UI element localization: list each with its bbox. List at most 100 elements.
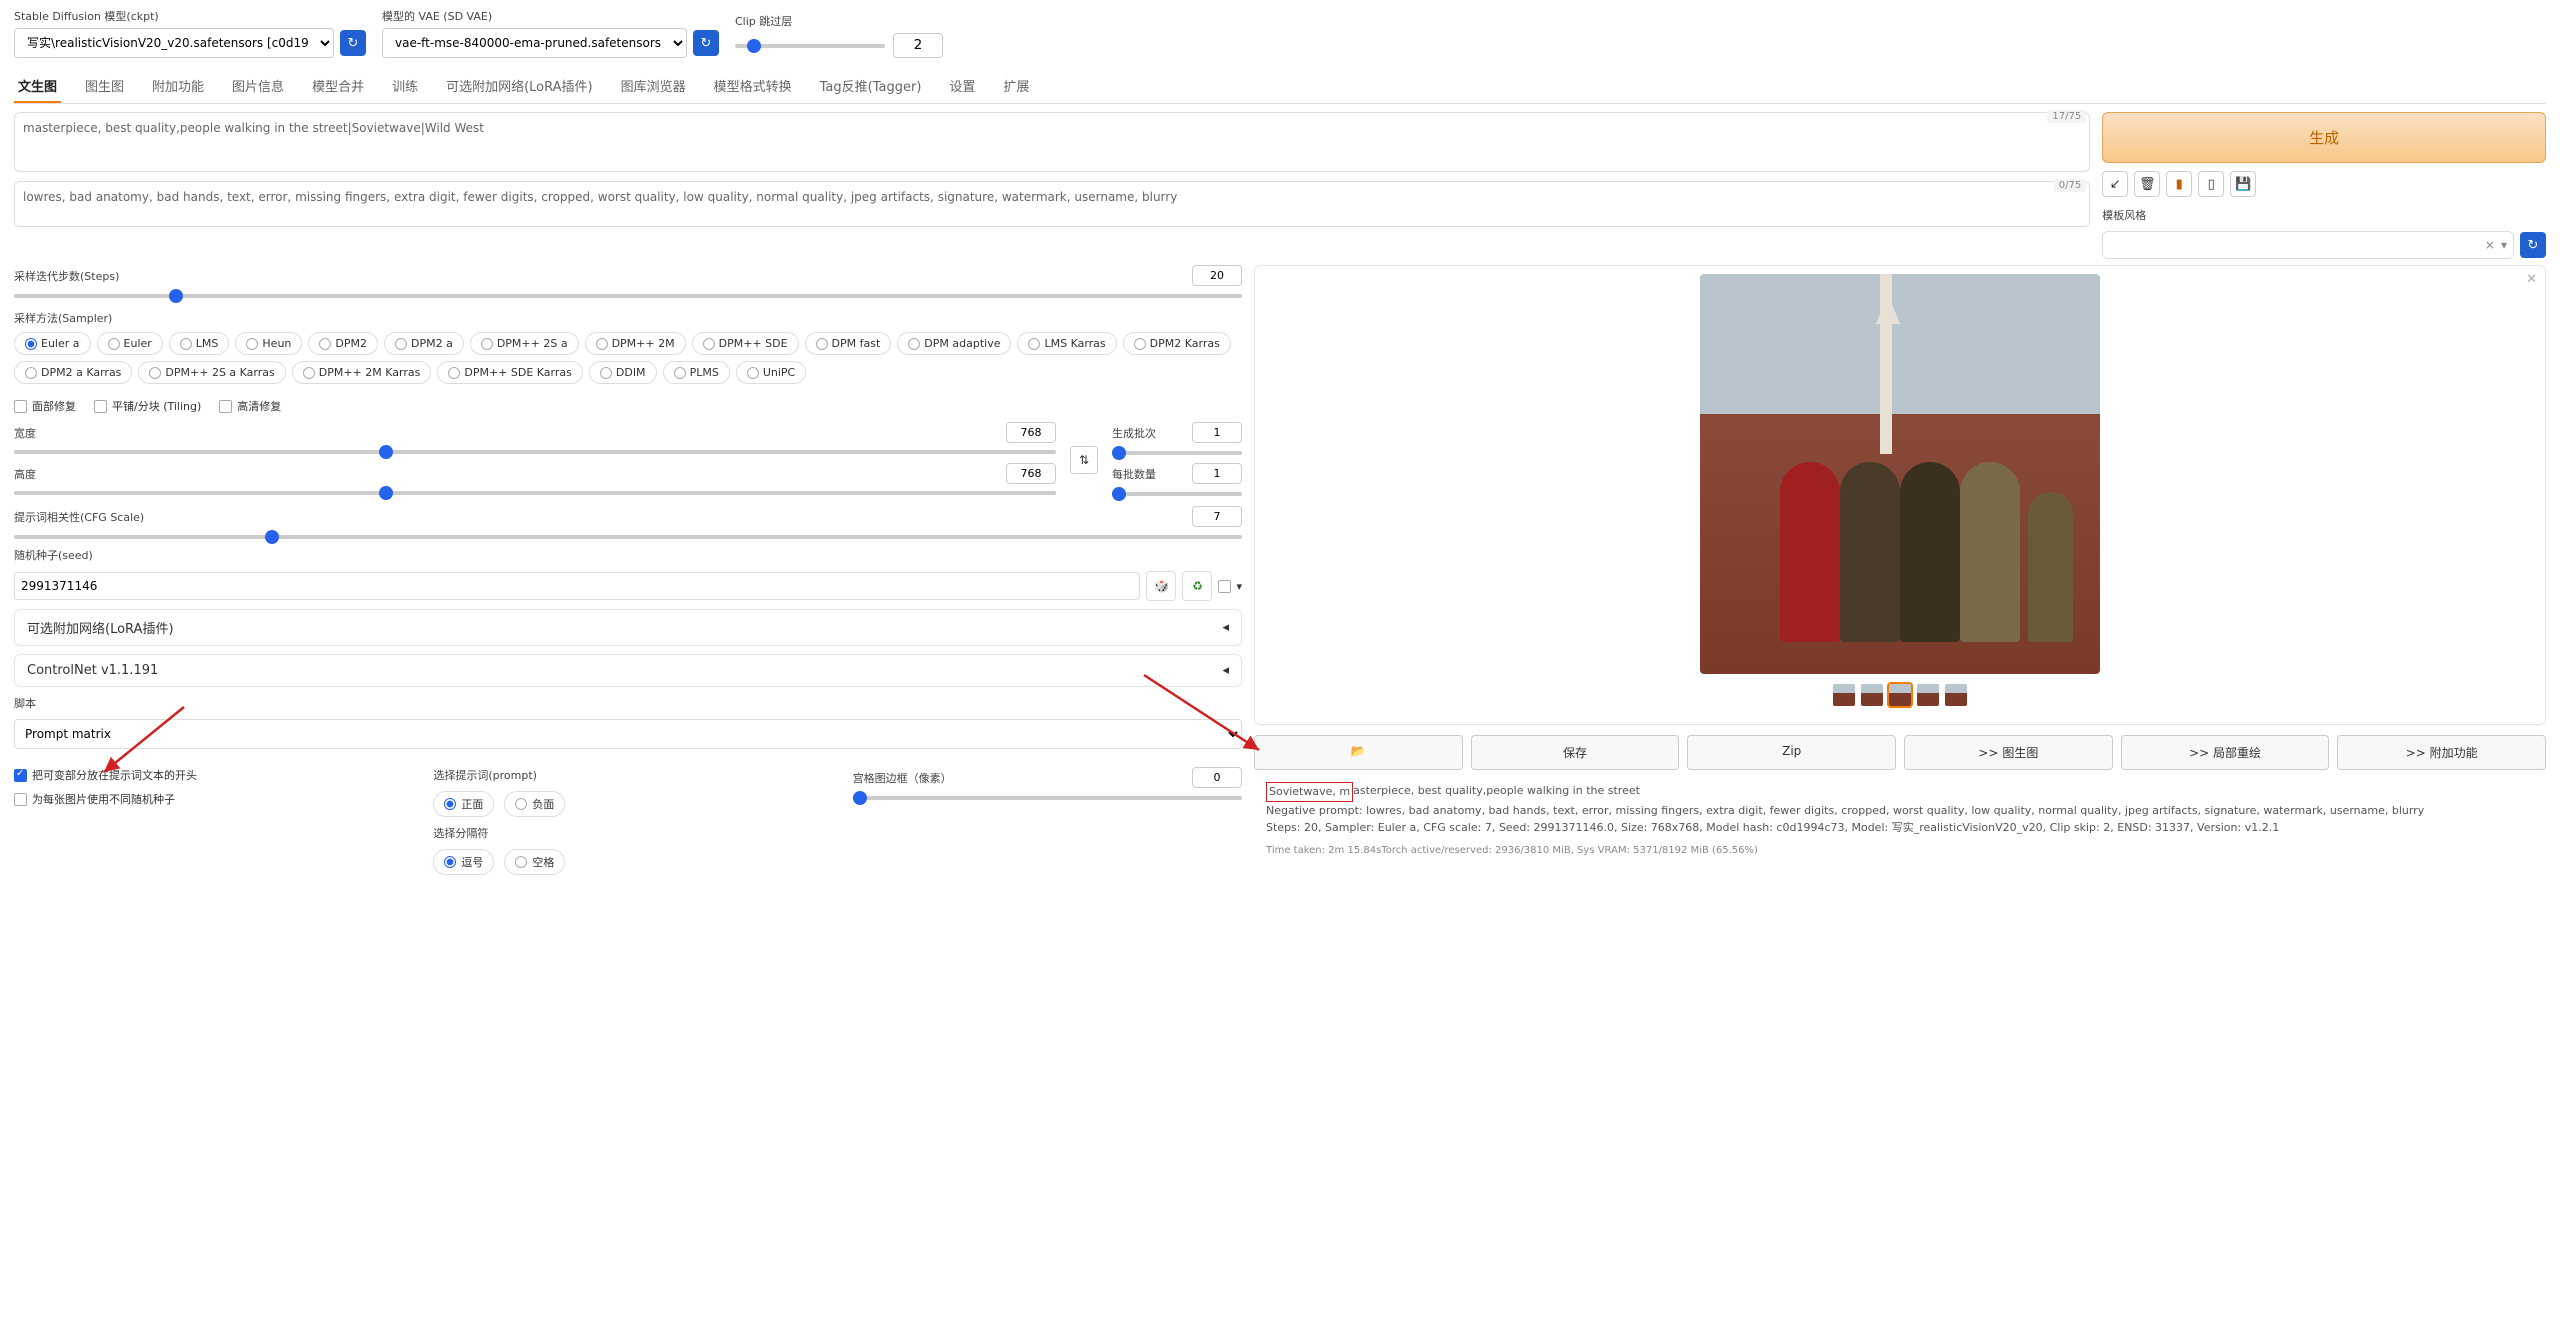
steps-label: 采样迭代步数(Steps) [14, 268, 119, 284]
sampler-unipc[interactable]: UniPC [736, 361, 806, 384]
swap-dims-button[interactable]: ⇅ [1070, 446, 1098, 474]
pm-var-start-checkbox[interactable]: 把可变部分放在提示词文本的开头 [14, 767, 403, 783]
positive-prompt[interactable]: masterpiece, best quality,people walking… [14, 112, 2090, 172]
sampler-dpm-adaptive[interactable]: DPM adaptive [897, 332, 1011, 355]
trash-icon[interactable]: 🗑 [2134, 171, 2160, 197]
save-style-icon[interactable]: 💾 [2230, 171, 2256, 197]
tab-11[interactable]: 扩展 [999, 70, 1033, 103]
to-extras-button[interactable]: >> 附加功能 [2337, 735, 2546, 770]
sampler-dpm---2m-karras[interactable]: DPM++ 2M Karras [292, 361, 432, 384]
sampler-dpm2-karras[interactable]: DPM2 Karras [1123, 332, 1231, 355]
batch-count-value[interactable] [1192, 422, 1242, 443]
sampler-dpm2-a[interactable]: DPM2 a [384, 332, 464, 355]
tab-5[interactable]: 训练 [388, 70, 422, 103]
pm-margin-slider[interactable] [853, 796, 1242, 800]
script-select[interactable]: Prompt matrix [14, 719, 1242, 749]
height-slider[interactable] [14, 491, 1056, 495]
tiling-checkbox[interactable]: 平铺/分块 (Tiling) [94, 398, 201, 414]
chevron-left-icon: ◂ [1222, 620, 1229, 635]
sampler-dpm---sde-karras[interactable]: DPM++ SDE Karras [437, 361, 583, 384]
face-restore-checkbox[interactable]: 面部修复 [14, 398, 76, 414]
cfg-value[interactable] [1192, 506, 1242, 527]
model-select[interactable]: 写实\realisticVisionV20_v20.safetensors [c… [14, 28, 334, 58]
zip-button[interactable]: Zip [1687, 735, 1896, 770]
sampler-heun[interactable]: Heun [235, 332, 302, 355]
thumbnail-3[interactable] [1917, 684, 1939, 706]
cfg-slider[interactable] [14, 535, 1242, 539]
sampler-dpm---2s-a[interactable]: DPM++ 2S a [470, 332, 579, 355]
thumbnail-1[interactable] [1861, 684, 1883, 706]
dice-icon[interactable]: 🎲 [1146, 571, 1176, 601]
sampler-dpm-fast[interactable]: DPM fast [805, 332, 892, 355]
output-image[interactable] [1700, 274, 2100, 674]
generate-button[interactable]: 生成 [2102, 112, 2546, 163]
pm-diff-seed-checkbox[interactable]: 为每张图片使用不同随机种子 [14, 791, 403, 807]
thumbnail-4[interactable] [1945, 684, 1967, 706]
height-value[interactable] [1006, 463, 1056, 484]
card2-icon[interactable]: ▯ [2198, 171, 2224, 197]
pm-space-radio[interactable]: 空格 [504, 849, 565, 875]
tab-6[interactable]: 可选附加网络(LoRA插件) [442, 70, 597, 103]
sampler-plms[interactable]: PLMS [663, 361, 730, 384]
cfg-label: 提示词相关性(CFG Scale) [14, 509, 144, 525]
steps-value[interactable] [1192, 265, 1242, 286]
pm-comma-radio[interactable]: 逗号 [433, 849, 494, 875]
style-select[interactable]: ×▾ [2102, 231, 2514, 259]
to-img2img-button[interactable]: >> 图生图 [1904, 735, 2113, 770]
tab-7[interactable]: 图库浏览器 [617, 70, 690, 103]
thumbnail-2[interactable] [1889, 684, 1911, 706]
pm-margin-value[interactable] [1192, 767, 1242, 788]
refresh-vae-icon[interactable]: ↻ [693, 30, 719, 56]
height-label: 高度 [14, 466, 36, 482]
width-slider[interactable] [14, 450, 1056, 454]
save-button[interactable]: 保存 [1471, 735, 1680, 770]
vae-select[interactable]: vae-ft-mse-840000-ema-pruned.safetensors [382, 28, 687, 58]
negative-prompt[interactable]: lowres, bad anatomy, bad hands, text, er… [14, 181, 2090, 227]
clip-skip-slider[interactable] [735, 44, 885, 48]
recycle-icon[interactable]: ♻ [1182, 571, 1212, 601]
width-value[interactable] [1006, 422, 1056, 443]
sampler-dpm---2s-a-karras[interactable]: DPM++ 2S a Karras [138, 361, 285, 384]
pm-positive-radio[interactable]: 正面 [433, 791, 494, 817]
sampler-dpm2[interactable]: DPM2 [308, 332, 378, 355]
sampler-dpm---2m[interactable]: DPM++ 2M [585, 332, 686, 355]
open-folder-button[interactable]: 📂 [1254, 735, 1463, 770]
batch-count-slider[interactable] [1112, 451, 1242, 455]
card1-icon[interactable]: ▮ [2166, 171, 2192, 197]
tab-10[interactable]: 设置 [945, 70, 979, 103]
sampler-euler-a[interactable]: Euler a [14, 332, 91, 355]
tab-9[interactable]: Tag反推(Tagger) [816, 70, 926, 103]
arrow-icon[interactable]: ↙ [2102, 171, 2128, 197]
pm-select-prompt-label: 选择提示词(prompt) [433, 767, 822, 783]
seed-input[interactable] [14, 572, 1140, 600]
refresh-model-icon[interactable]: ↻ [340, 30, 366, 56]
sampler-lms[interactable]: LMS [169, 332, 230, 355]
sampler-ddim[interactable]: DDIM [589, 361, 657, 384]
tab-0[interactable]: 文生图 [14, 70, 61, 103]
batch-size-value[interactable] [1192, 463, 1242, 484]
tab-4[interactable]: 模型合并 [308, 70, 368, 103]
close-icon[interactable]: ✕ [2526, 272, 2537, 287]
tab-2[interactable]: 附加功能 [148, 70, 208, 103]
header: Stable Diffusion 模型(ckpt) 写实\realisticVi… [14, 8, 2546, 58]
controlnet-accordion[interactable]: ControlNet v1.1.191◂ [14, 654, 1242, 687]
clip-skip-value[interactable] [893, 33, 943, 58]
tab-1[interactable]: 图生图 [81, 70, 128, 103]
steps-slider[interactable] [14, 294, 1242, 298]
width-label: 宽度 [14, 425, 36, 441]
batch-size-slider[interactable] [1112, 492, 1242, 496]
sampler-dpm---sde[interactable]: DPM++ SDE [692, 332, 799, 355]
thumbnail-0[interactable] [1833, 684, 1855, 706]
lora-accordion[interactable]: 可选附加网络(LoRA插件)◂ [14, 609, 1242, 646]
sampler-lms-karras[interactable]: LMS Karras [1017, 332, 1116, 355]
tab-8[interactable]: 模型格式转换 [710, 70, 796, 103]
pm-negative-radio[interactable]: 负面 [504, 791, 565, 817]
to-inpaint-button[interactable]: >> 局部重绘 [2121, 735, 2330, 770]
hires-checkbox[interactable]: 高清修复 [219, 398, 281, 414]
sampler-euler[interactable]: Euler [97, 332, 163, 355]
tab-3[interactable]: 图片信息 [228, 70, 288, 103]
batch-count-label: 生成批次 [1112, 425, 1156, 441]
sampler-dpm2-a-karras[interactable]: DPM2 a Karras [14, 361, 132, 384]
refresh-style-icon[interactable]: ↻ [2520, 232, 2546, 258]
extra-seed-checkbox[interactable]: ▾ [1218, 580, 1242, 593]
